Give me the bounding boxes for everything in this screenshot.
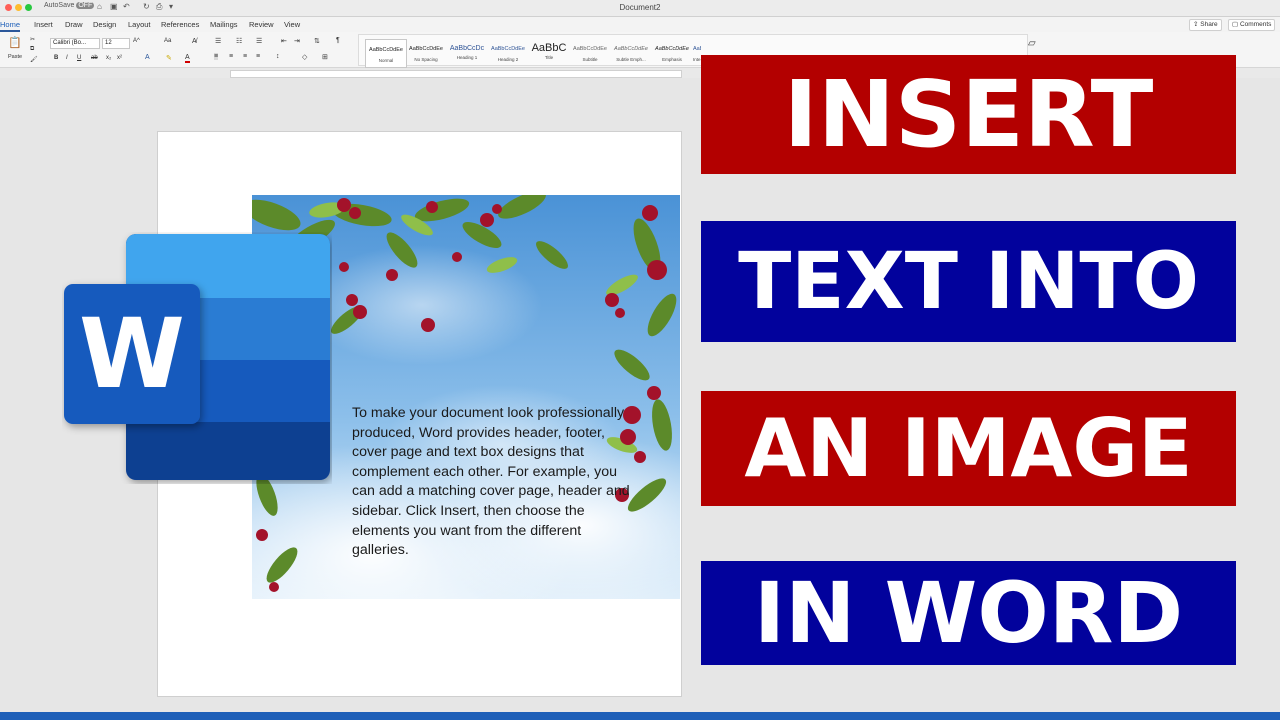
clear-formatting-icon[interactable]: A̸ — [192, 38, 197, 45]
title-bar: AutoSave OFF ⌂ ▣ ↶ ↻ ⎙ ▾ Document2 — [0, 0, 1280, 17]
decrease-indent-icon[interactable]: ⇤ — [281, 37, 287, 45]
word-screenshot: AutoSave OFF ⌂ ▣ ↶ ↻ ⎙ ▾ Document2 Home … — [0, 0, 1280, 712]
style-name: No Spacing — [414, 57, 438, 62]
tab-draw[interactable]: Draw — [65, 20, 83, 29]
format-painter-icon[interactable]: 🖌 — [30, 56, 38, 63]
style-emphasis[interactable]: AaBbCcDdEe Emphasis — [652, 39, 692, 66]
style-name: Heading 1 — [456, 55, 478, 60]
banner-line-4: IN WORD — [701, 561, 1236, 665]
style-sample: AaBbCcDc — [449, 45, 485, 52]
tab-references[interactable]: References — [161, 20, 199, 29]
document-title: Document2 — [619, 3, 661, 12]
word-logo: W — [62, 232, 332, 484]
font-name-select[interactable]: Calibri (Bo... — [50, 38, 100, 49]
style-sample: AaBbCcDdEe — [655, 46, 689, 52]
style-sample: AaBbCcDdEe — [369, 47, 403, 53]
style-heading-1[interactable]: AaBbCcDc Heading 1 — [447, 39, 487, 66]
style-title[interactable]: AaBbC Title — [529, 39, 569, 66]
style-sample: AaBbC — [531, 42, 567, 54]
italic-button[interactable]: I — [66, 55, 68, 61]
style-name: Subtitle — [582, 57, 598, 62]
tab-view[interactable]: View — [284, 20, 300, 29]
style-heading-2[interactable]: AaBbCcDdEe Heading 2 — [488, 39, 528, 66]
highlight-icon[interactable]: ✎ — [166, 54, 172, 62]
style-sample: AaBbCcDdEe — [693, 46, 701, 52]
ribbon-tabs: Home Insert Draw Design Layout Reference… — [0, 17, 1280, 32]
strikethrough-button[interactable]: ab — [91, 55, 98, 61]
numbering-icon[interactable]: ☷ — [236, 37, 242, 45]
style-subtitle[interactable]: AaBbCcDdEe Subtitle — [570, 39, 610, 66]
style-name: Emphasis — [662, 57, 682, 62]
change-case-icon[interactable]: Aa — [164, 38, 171, 44]
ruler-margin-area — [230, 70, 682, 78]
style-intense-emphasis[interactable]: AaBbCcDdEe Inte... — [693, 39, 701, 66]
underline-button[interactable]: U — [77, 55, 81, 61]
paste-label: Paste — [8, 54, 23, 60]
comments-button[interactable]: ▢ Comments — [1228, 19, 1276, 31]
grow-font-icon[interactable]: A^ — [133, 38, 140, 44]
share-button[interactable]: ⇪ Share — [1189, 19, 1222, 31]
shading-icon[interactable]: ◇ — [302, 53, 307, 61]
banner-line-2: TEXT INTO — [701, 221, 1236, 342]
banner-line-3: AN IMAGE — [701, 391, 1236, 506]
style-name: Subtle Emph... — [616, 57, 646, 62]
style-name: Heading 2 — [497, 57, 519, 62]
sort-icon[interactable]: ⇅ — [314, 37, 320, 45]
tab-layout[interactable]: Layout — [128, 20, 151, 29]
style-subtle-emphasis[interactable]: AaBbCcDdEe Subtle Emph... — [611, 39, 651, 66]
subscript-button[interactable]: x₂ — [106, 55, 111, 61]
tab-home[interactable]: Home — [0, 20, 21, 32]
style-no-spacing[interactable]: AaBbCcDdEe No Spacing — [406, 39, 446, 66]
tab-design[interactable]: Design — [93, 20, 116, 29]
style-sample: AaBbCcDdEe — [409, 46, 443, 52]
bold-button[interactable]: B — [54, 55, 58, 61]
style-sample: AaBbCcDdEe — [491, 46, 525, 52]
font-color-icon[interactable]: A — [185, 54, 190, 63]
justify-button[interactable]: ≡ — [256, 53, 260, 60]
style-normal[interactable]: AaBbCcDdEe Normal — [365, 39, 407, 68]
style-sample: AaBbCcDdEe — [573, 46, 607, 52]
style-name: Normal — [378, 58, 394, 63]
style-name: Inte... — [693, 57, 701, 62]
font-size-select[interactable]: 12 — [102, 38, 130, 49]
show-formatting-icon[interactable]: ¶ — [336, 37, 340, 44]
banner-line-1: INSERT — [701, 55, 1236, 174]
align-center-button[interactable]: ≡ — [229, 53, 233, 60]
share-label: Share — [1200, 21, 1218, 28]
styles-pane-icon[interactable]: ▱ — [1028, 38, 1036, 49]
line-spacing-icon[interactable]: ↕ — [276, 53, 280, 60]
comments-label: Comments — [1239, 21, 1272, 28]
increase-indent-icon[interactable]: ⇥ — [294, 37, 300, 45]
paste-icon[interactable]: 📋 — [8, 36, 22, 49]
style-name: Title — [544, 55, 554, 60]
word-logo-letter: W — [79, 298, 185, 410]
style-sample: AaBbCcDdEe — [614, 46, 648, 52]
document-body-text[interactable]: To make your document look professionall… — [352, 404, 634, 561]
bullets-icon[interactable]: ☰ — [215, 37, 221, 45]
text-effects-icon[interactable]: A — [145, 54, 150, 61]
align-right-button[interactable]: ≡ — [243, 53, 247, 60]
borders-icon[interactable]: ⊞ — [322, 53, 328, 61]
multilevel-list-icon[interactable]: ☰ — [256, 37, 262, 45]
superscript-button[interactable]: x² — [117, 55, 122, 61]
tab-mailings[interactable]: Mailings — [210, 20, 238, 29]
copy-icon[interactable]: ⧉ — [30, 46, 34, 53]
align-left-button[interactable]: ≡ — [214, 53, 219, 60]
tab-review[interactable]: Review — [249, 20, 274, 29]
cut-icon[interactable]: ✂ — [30, 36, 35, 43]
tab-insert[interactable]: Insert — [34, 20, 53, 29]
